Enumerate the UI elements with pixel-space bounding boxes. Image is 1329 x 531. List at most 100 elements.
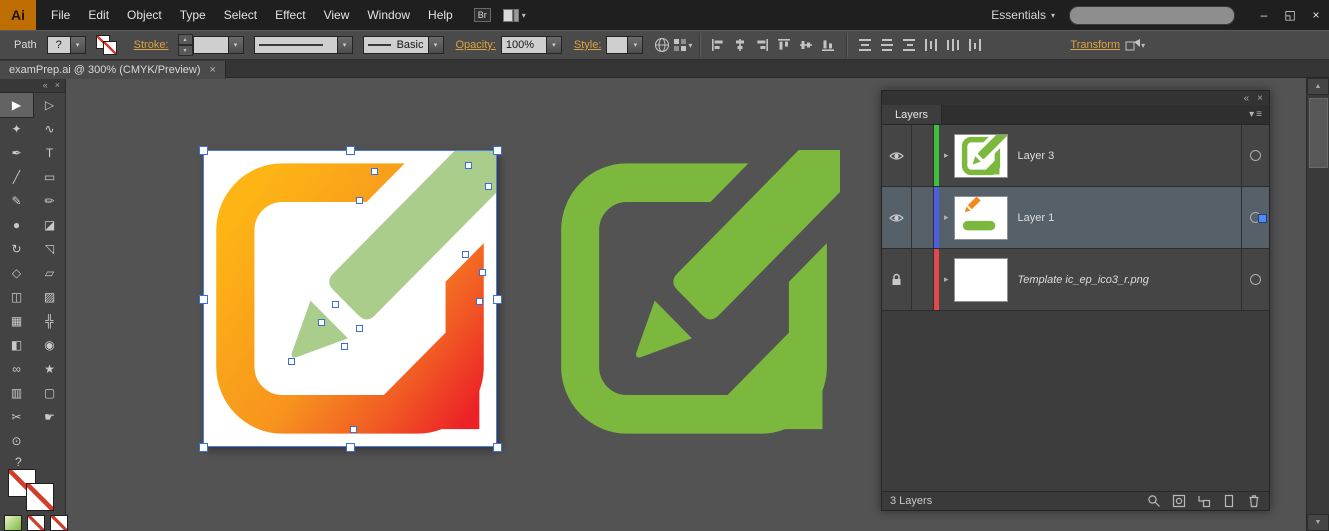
width-tool[interactable]: ◇ xyxy=(0,261,33,285)
close-icon[interactable]: × xyxy=(210,64,216,76)
distribute-right-icon[interactable] xyxy=(964,34,986,56)
search-input[interactable] xyxy=(1081,8,1227,22)
bounding-box-handle[interactable] xyxy=(493,146,502,155)
stroke-weight-control[interactable]: ▾ xyxy=(192,36,244,54)
menu-help[interactable]: Help xyxy=(419,0,462,30)
vertical-scrollbar[interactable]: ▲ ▼ xyxy=(1306,78,1329,531)
layer-visibility-toggle[interactable] xyxy=(882,187,912,248)
workspace-switcher[interactable]: Essentials ▾ xyxy=(991,8,1055,22)
anchor-point[interactable] xyxy=(355,325,363,333)
target-circle-icon[interactable] xyxy=(1250,150,1261,161)
preferences-button[interactable]: ▾ xyxy=(673,38,692,52)
transform-panel-link[interactable]: Transform xyxy=(1070,39,1120,51)
anchor-point[interactable] xyxy=(485,182,493,190)
anchor-point[interactable] xyxy=(317,319,325,327)
direct-selection-tool[interactable]: ▷ xyxy=(33,93,66,117)
anchor-point[interactable] xyxy=(476,298,484,306)
anchor-point[interactable] xyxy=(479,268,487,276)
fill-stroke-indicator[interactable] xyxy=(95,35,122,55)
anchor-point[interactable] xyxy=(341,343,349,351)
restore-button[interactable]: ◱ xyxy=(1277,0,1303,30)
line-segment-tool[interactable]: ╱ xyxy=(0,165,33,189)
bounding-box-handle[interactable] xyxy=(493,294,502,304)
expand-layer-icon[interactable]: ▸ xyxy=(944,274,949,285)
none-swatch[interactable] xyxy=(27,515,45,531)
bounding-box-handle[interactable] xyxy=(493,443,502,452)
chevron-down-icon[interactable]: ▾ xyxy=(70,36,86,54)
edit-icon-artwork-green[interactable] xyxy=(548,150,840,447)
style-dropdown[interactable]: ▾ xyxy=(606,36,644,54)
menu-view[interactable]: View xyxy=(315,0,359,30)
align-vertical-bottom-icon[interactable] xyxy=(817,34,839,56)
tab-layers[interactable]: Layers xyxy=(882,105,943,124)
distribute-vertical-center-icon[interactable] xyxy=(876,34,898,56)
expand-layer-icon[interactable]: ▸ xyxy=(944,212,949,223)
perspective-grid-tool[interactable]: ▦ xyxy=(0,309,33,333)
anchor-point[interactable] xyxy=(349,426,357,434)
stroke-panel-link[interactable]: Stroke: xyxy=(134,39,169,51)
blend-tool[interactable]: ∞ xyxy=(0,357,33,381)
magic-wand-tool[interactable]: ✦ xyxy=(0,117,33,141)
chevron-down-icon[interactable]: ▾ xyxy=(228,36,244,54)
distribute-top-icon[interactable] xyxy=(854,34,876,56)
align-vertical-center-icon[interactable] xyxy=(795,34,817,56)
paintbrush-tool[interactable]: ✎ xyxy=(0,189,33,213)
column-graph-tool[interactable]: ▥ xyxy=(0,381,33,405)
panel-menu-icon[interactable]: ▾ ≡ xyxy=(1249,105,1269,124)
width-profile-dropdown[interactable]: ▾ xyxy=(253,36,353,54)
chevron-down-icon[interactable]: ▾ xyxy=(428,36,444,54)
layer-thumbnail[interactable] xyxy=(953,257,1008,302)
artboard[interactable] xyxy=(199,146,502,452)
eraser-tool[interactable]: ◪ xyxy=(33,213,66,237)
layer-lock-toggle[interactable] xyxy=(912,187,934,248)
pencil-tool[interactable]: ✏ xyxy=(33,189,66,213)
scroll-down-icon[interactable]: ▼ xyxy=(1307,514,1329,531)
close-panel-icon[interactable]: × xyxy=(55,80,60,90)
zoom-tool[interactable]: ⊙ xyxy=(0,429,33,453)
brush-definition-dropdown[interactable]: Basic ▾ xyxy=(362,36,444,54)
target-circle-icon[interactable] xyxy=(1250,274,1261,285)
shape-builder-tool[interactable]: ◫ xyxy=(0,285,33,309)
distribute-left-icon[interactable] xyxy=(920,34,942,56)
new-sublayer-icon[interactable] xyxy=(1197,494,1211,508)
chevron-down-icon[interactable]: ▾ xyxy=(628,36,644,54)
stroke-swatch-mini[interactable] xyxy=(102,41,117,55)
distribute-bottom-icon[interactable] xyxy=(898,34,920,56)
menu-type[interactable]: Type xyxy=(171,0,215,30)
symbol-sprayer-tool[interactable]: ★ xyxy=(33,357,66,381)
search-box[interactable] xyxy=(1069,5,1235,25)
layer-row-layer-1[interactable]: ▸ Layer 1 xyxy=(882,187,1269,249)
mesh-tool[interactable]: ╬ xyxy=(33,309,66,333)
bounding-box-handle[interactable] xyxy=(199,146,208,155)
collapse-panel-icon[interactable]: « xyxy=(1244,93,1250,104)
anchor-point[interactable] xyxy=(461,250,469,258)
stroke-swatch[interactable] xyxy=(26,483,54,511)
stepper-up-icon[interactable]: ▴ xyxy=(177,34,193,45)
bounding-box-handle[interactable] xyxy=(346,146,355,155)
bounding-box-handle[interactable] xyxy=(346,443,355,452)
style-panel-link[interactable]: Style: xyxy=(574,39,602,51)
eyedropper-tool[interactable]: ◉ xyxy=(33,333,66,357)
layer-row-layer-3[interactable]: ▸ Layer 3 xyxy=(882,125,1269,187)
variable-width-profile-control[interactable]: ? ▾ xyxy=(46,36,86,54)
anchor-point[interactable] xyxy=(355,197,363,205)
minimize-button[interactable]: – xyxy=(1251,0,1277,30)
stroke-weight-stepper[interactable]: ▴ ▾ xyxy=(177,34,193,56)
layer-lock-toggle[interactable] xyxy=(912,125,934,186)
menu-edit[interactable]: Edit xyxy=(79,0,118,30)
opacity-control[interactable]: 100% ▾ xyxy=(500,36,562,54)
live-paint-bucket-tool[interactable]: ▨ xyxy=(33,285,66,309)
go-to-bridge-button[interactable]: Br xyxy=(473,8,491,22)
artboard-tool[interactable]: ▢ xyxy=(33,381,66,405)
layer-name[interactable]: Layer 1 xyxy=(1018,212,1055,224)
blob-brush-tool[interactable]: ● xyxy=(0,213,33,237)
anchor-point[interactable] xyxy=(464,161,472,169)
scrollbar-thumb[interactable] xyxy=(1309,98,1328,168)
chevron-down-icon[interactable]: ▾ xyxy=(337,36,353,54)
menu-window[interactable]: Window xyxy=(358,0,419,30)
close-panel-icon[interactable]: × xyxy=(1257,93,1263,104)
locate-object-icon[interactable] xyxy=(1147,494,1161,508)
gradient-tool[interactable]: ◧ xyxy=(0,333,33,357)
layer-row-template[interactable]: ▸ Template ic_ep_ico3_r.png xyxy=(882,249,1269,311)
layer-name[interactable]: Layer 3 xyxy=(1018,150,1055,162)
